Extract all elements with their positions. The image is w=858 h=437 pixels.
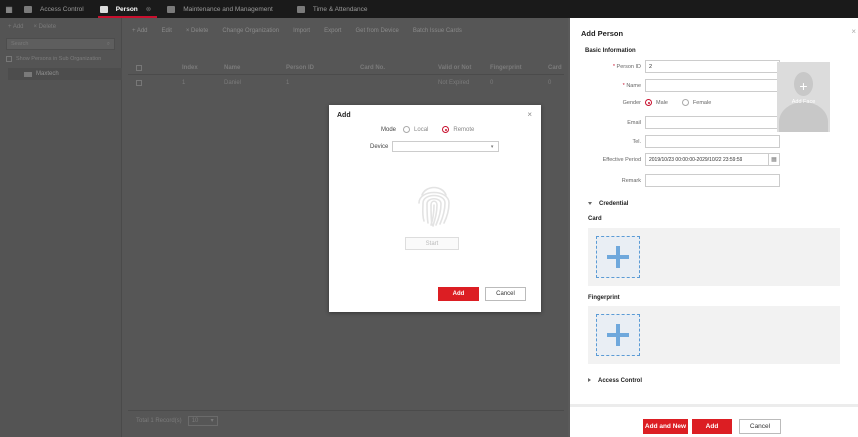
person-id-input[interactable]: 2 bbox=[645, 60, 780, 73]
basic-information-heading: Basic Information bbox=[585, 48, 636, 54]
page-size-select[interactable]: 10 ▾ bbox=[187, 415, 218, 426]
checkbox-icon bbox=[6, 56, 12, 62]
device-row: Device ▾ bbox=[370, 141, 500, 152]
fingerprint-heading: Fingerprint bbox=[588, 295, 620, 301]
person-id-row: * Person ID 2 bbox=[581, 60, 780, 73]
mode-local-radio[interactable] bbox=[403, 126, 411, 133]
name-input[interactable] bbox=[645, 79, 780, 92]
gender-row: Gender Male Female bbox=[622, 99, 712, 106]
cancel-button[interactable]: Cancel bbox=[739, 419, 781, 434]
batch-issue-cards-button[interactable]: Batch Issue Cards bbox=[413, 28, 462, 34]
gender-male-radio[interactable] bbox=[645, 99, 652, 106]
table-row[interactable]: 1 Daniel 1 Not Expired 0 0 bbox=[128, 76, 564, 89]
add-person-button[interactable]: + Add bbox=[132, 28, 148, 34]
add-fingerprint-dialog: Add × Mode Local Remote Device ▾ Start A… bbox=[329, 105, 541, 312]
import-button[interactable]: Import bbox=[293, 28, 310, 34]
get-from-device-button[interactable]: Get from Device bbox=[355, 28, 398, 34]
tel-row: Tel. bbox=[581, 135, 780, 148]
device-select[interactable]: ▾ bbox=[392, 141, 500, 152]
tab-access-control[interactable]: Access Control bbox=[18, 0, 94, 18]
column-fingerprint[interactable]: Fingerprint bbox=[490, 65, 522, 71]
mode-row: Mode Local Remote bbox=[381, 126, 475, 133]
sidebar-toolbar: + Add × Delete bbox=[0, 18, 121, 36]
column-person-id[interactable]: Person ID bbox=[286, 65, 314, 71]
dialog-add-button[interactable]: Add bbox=[438, 287, 479, 301]
start-button[interactable]: Start bbox=[405, 237, 459, 250]
select-all-checkbox[interactable] bbox=[136, 65, 142, 71]
row-checkbox[interactable] bbox=[136, 79, 142, 86]
organization-icon bbox=[24, 71, 32, 77]
edit-person-button[interactable]: Edit bbox=[162, 28, 172, 34]
column-card[interactable]: Card bbox=[548, 65, 562, 71]
credential-section-toggle[interactable]: Credential bbox=[588, 201, 628, 207]
column-index[interactable]: Index bbox=[182, 65, 198, 71]
dialog-cancel-button[interactable]: Cancel bbox=[485, 287, 526, 301]
add-person-panel: Add Person × Basic Information * Person … bbox=[570, 18, 858, 437]
maintenance-icon bbox=[167, 5, 176, 13]
show-sub-organization-checkbox[interactable]: Show Persons in Sub Organization bbox=[6, 56, 115, 62]
access-control-icon bbox=[24, 5, 32, 13]
search-icon[interactable]: ⌕ bbox=[107, 41, 110, 48]
chevron-down-icon: ▾ bbox=[210, 418, 214, 424]
table-header: Index Name Person ID Card No. Valid or N… bbox=[128, 62, 564, 75]
delete-organization-button[interactable]: × Delete bbox=[34, 24, 57, 30]
column-name[interactable]: Name bbox=[224, 65, 240, 71]
person-toolbar: + Add Edit × Delete Change Organization … bbox=[122, 18, 568, 44]
panel-footer: Add and New Add Cancel bbox=[570, 404, 858, 437]
chevron-down-icon bbox=[588, 202, 592, 205]
add-button[interactable]: Add bbox=[692, 419, 732, 434]
tab-close-icon[interactable]: ⊗ bbox=[146, 5, 151, 13]
mode-remote-radio[interactable] bbox=[442, 126, 450, 133]
organization-sidebar: + Add × Delete Search ⌕ Show Persons in … bbox=[0, 18, 122, 437]
fingerprint-icon bbox=[418, 186, 450, 227]
tab-time-attendance[interactable]: Time & Attendance bbox=[291, 0, 378, 18]
change-organization-button[interactable]: Change Organization bbox=[222, 28, 279, 34]
time-attendance-icon bbox=[296, 5, 305, 13]
effective-period-input[interactable]: 2019/10/23 00:00:00-2029/10/22 23:59:59 … bbox=[645, 153, 780, 166]
tab-maintenance[interactable]: Maintenance and Management bbox=[161, 0, 283, 18]
fingerprint-area bbox=[588, 306, 840, 364]
plus-icon bbox=[607, 246, 629, 268]
card-heading: Card bbox=[588, 216, 602, 222]
calendar-icon[interactable]: ▦ bbox=[768, 153, 779, 166]
gender-female-radio[interactable] bbox=[681, 99, 689, 106]
card-area bbox=[588, 228, 840, 286]
add-organization-button[interactable]: + Add bbox=[8, 24, 24, 30]
email-row: Email bbox=[581, 116, 780, 129]
pagination-footer: Total 1 Record(s) 10 ▾ bbox=[128, 410, 564, 430]
delete-person-button[interactable]: × Delete bbox=[186, 28, 209, 34]
add-fingerprint-button[interactable] bbox=[596, 314, 640, 356]
email-input[interactable] bbox=[645, 116, 780, 129]
add-and-new-button[interactable]: Add and New bbox=[643, 419, 688, 434]
plus-icon bbox=[607, 324, 629, 346]
tab-person[interactable]: Person ⊗ bbox=[94, 0, 162, 18]
panel-title: Add Person bbox=[581, 29, 624, 38]
name-row: * Name bbox=[581, 79, 780, 92]
avatar-shoulder-shape bbox=[779, 102, 828, 132]
chevron-down-icon: ▾ bbox=[490, 143, 494, 150]
chevron-right-icon bbox=[588, 378, 591, 382]
top-navigation-bar: ▦ Access Control Person ⊗ Maintenance an… bbox=[0, 0, 858, 18]
remark-row: Remark bbox=[581, 174, 780, 187]
dialog-title: Add bbox=[337, 112, 351, 119]
access-control-section-toggle[interactable]: Access Control bbox=[588, 378, 642, 384]
add-face-button[interactable]: + Add Face bbox=[777, 62, 830, 132]
remark-input[interactable] bbox=[645, 174, 780, 187]
home-grid-icon[interactable]: ▦ bbox=[0, 0, 18, 18]
column-card-no[interactable]: Card No. bbox=[360, 65, 385, 71]
organization-search-input[interactable]: Search ⌕ bbox=[6, 38, 115, 50]
plus-icon: + bbox=[799, 78, 808, 94]
column-valid[interactable]: Valid or Not bbox=[438, 65, 471, 71]
close-icon[interactable]: × bbox=[851, 27, 856, 36]
export-button[interactable]: Export bbox=[324, 28, 341, 34]
close-icon[interactable]: × bbox=[527, 110, 532, 119]
organization-node[interactable]: Maxtech bbox=[8, 68, 122, 80]
tel-input[interactable] bbox=[645, 135, 780, 148]
effective-period-row: Effective Period 2019/10/23 00:00:00-202… bbox=[581, 153, 780, 166]
add-card-button[interactable] bbox=[596, 236, 640, 278]
person-icon bbox=[99, 5, 108, 13]
